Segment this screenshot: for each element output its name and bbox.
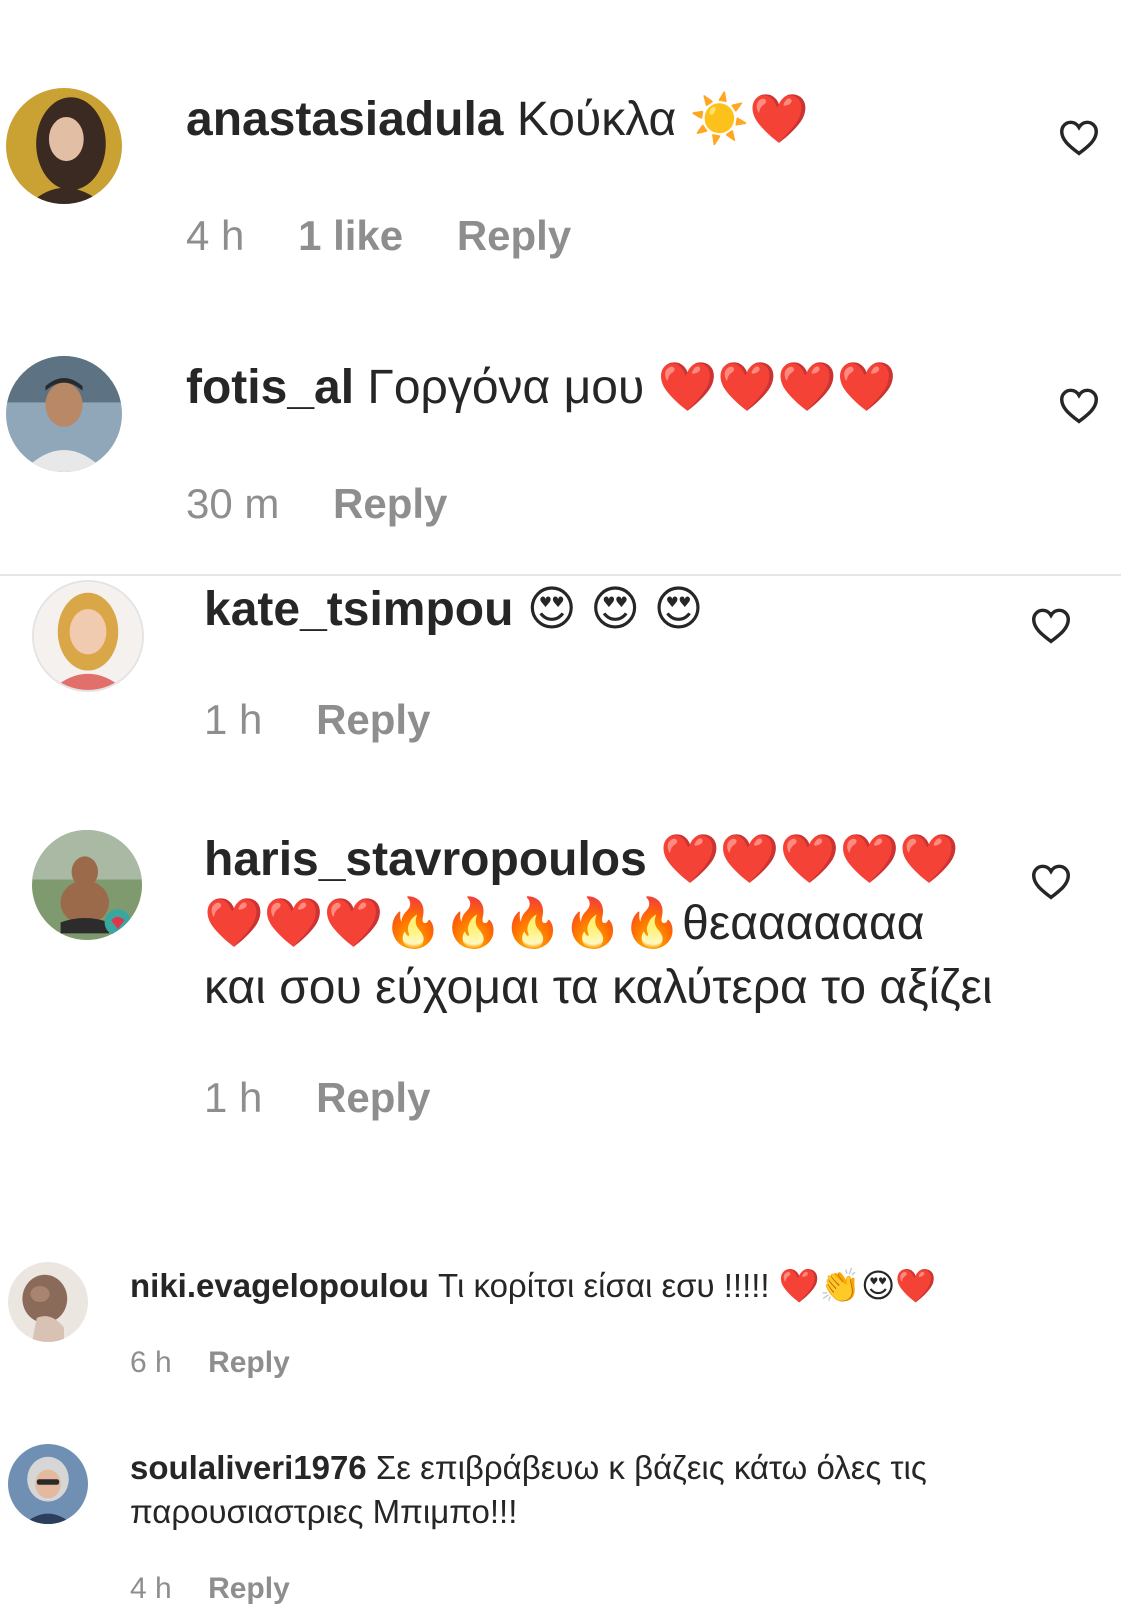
comment-text: Τι κορίτσι είσαι εσυ !!!!! ❤️👏😍❤️ [438,1267,937,1304]
comment-likes[interactable]: 1 like [298,212,403,259]
avatar[interactable] [6,356,122,472]
avatar[interactable] [32,830,142,940]
comment-time: 4 h [130,1572,172,1605]
heart-outline-icon[interactable] [1058,386,1100,424]
comment-username[interactable]: anastasiadula [186,93,503,146]
comment-username[interactable]: niki.evagelopoulou [130,1267,429,1304]
comment-username[interactable]: haris_stavropoulos [204,833,647,886]
avatar-image [8,1262,88,1342]
comment-time: 1 h [204,696,263,743]
avatar[interactable] [6,88,122,204]
comment-time: 30 m [186,480,280,527]
comment-meta: 1 h Reply [204,696,472,744]
comment-time: 6 h [130,1346,172,1379]
reply-button[interactable]: Reply [208,1346,290,1379]
comment-time: 1 h [204,1074,263,1121]
comment-time: 4 h [186,212,245,259]
reply-button[interactable]: Reply [208,1572,290,1605]
heart-outline-icon[interactable] [1058,118,1100,156]
comment-meta: 1 h Reply [204,1074,472,1122]
comment-username[interactable]: kate_tsimpou [204,583,513,636]
heart-outline-icon[interactable] [1030,862,1072,900]
comment-meta: 4 h 1 like Reply [186,212,613,260]
avatar-image [6,356,122,472]
comment-meta: 6 h Reply [130,1346,318,1380]
comment-meta: 4 h Reply [130,1572,318,1606]
reply-button[interactable]: Reply [457,212,571,259]
avatar-image [32,830,142,940]
comment-text: Γοργόνα μου ❤️❤️❤️❤️ [367,361,897,414]
comment-text: 😍 😍 😍 [526,583,704,636]
avatar-image [8,1444,88,1524]
avatar[interactable] [32,580,144,692]
avatar-image [34,582,142,690]
avatar[interactable] [8,1444,88,1524]
divider [0,574,1121,576]
comment-username[interactable]: fotis_al [186,361,354,414]
reply-button[interactable]: Reply [316,696,430,743]
comment-text: Κούκλα ☀️❤️ [516,93,810,146]
comment-username[interactable]: soulaliveri1976 [130,1449,367,1486]
avatar-image [6,88,122,204]
comment-meta: 30 m Reply [186,480,489,528]
reply-button[interactable]: Reply [316,1074,430,1121]
heart-outline-icon[interactable] [1030,606,1072,644]
reply-button[interactable]: Reply [333,480,447,527]
avatar[interactable] [8,1262,88,1342]
